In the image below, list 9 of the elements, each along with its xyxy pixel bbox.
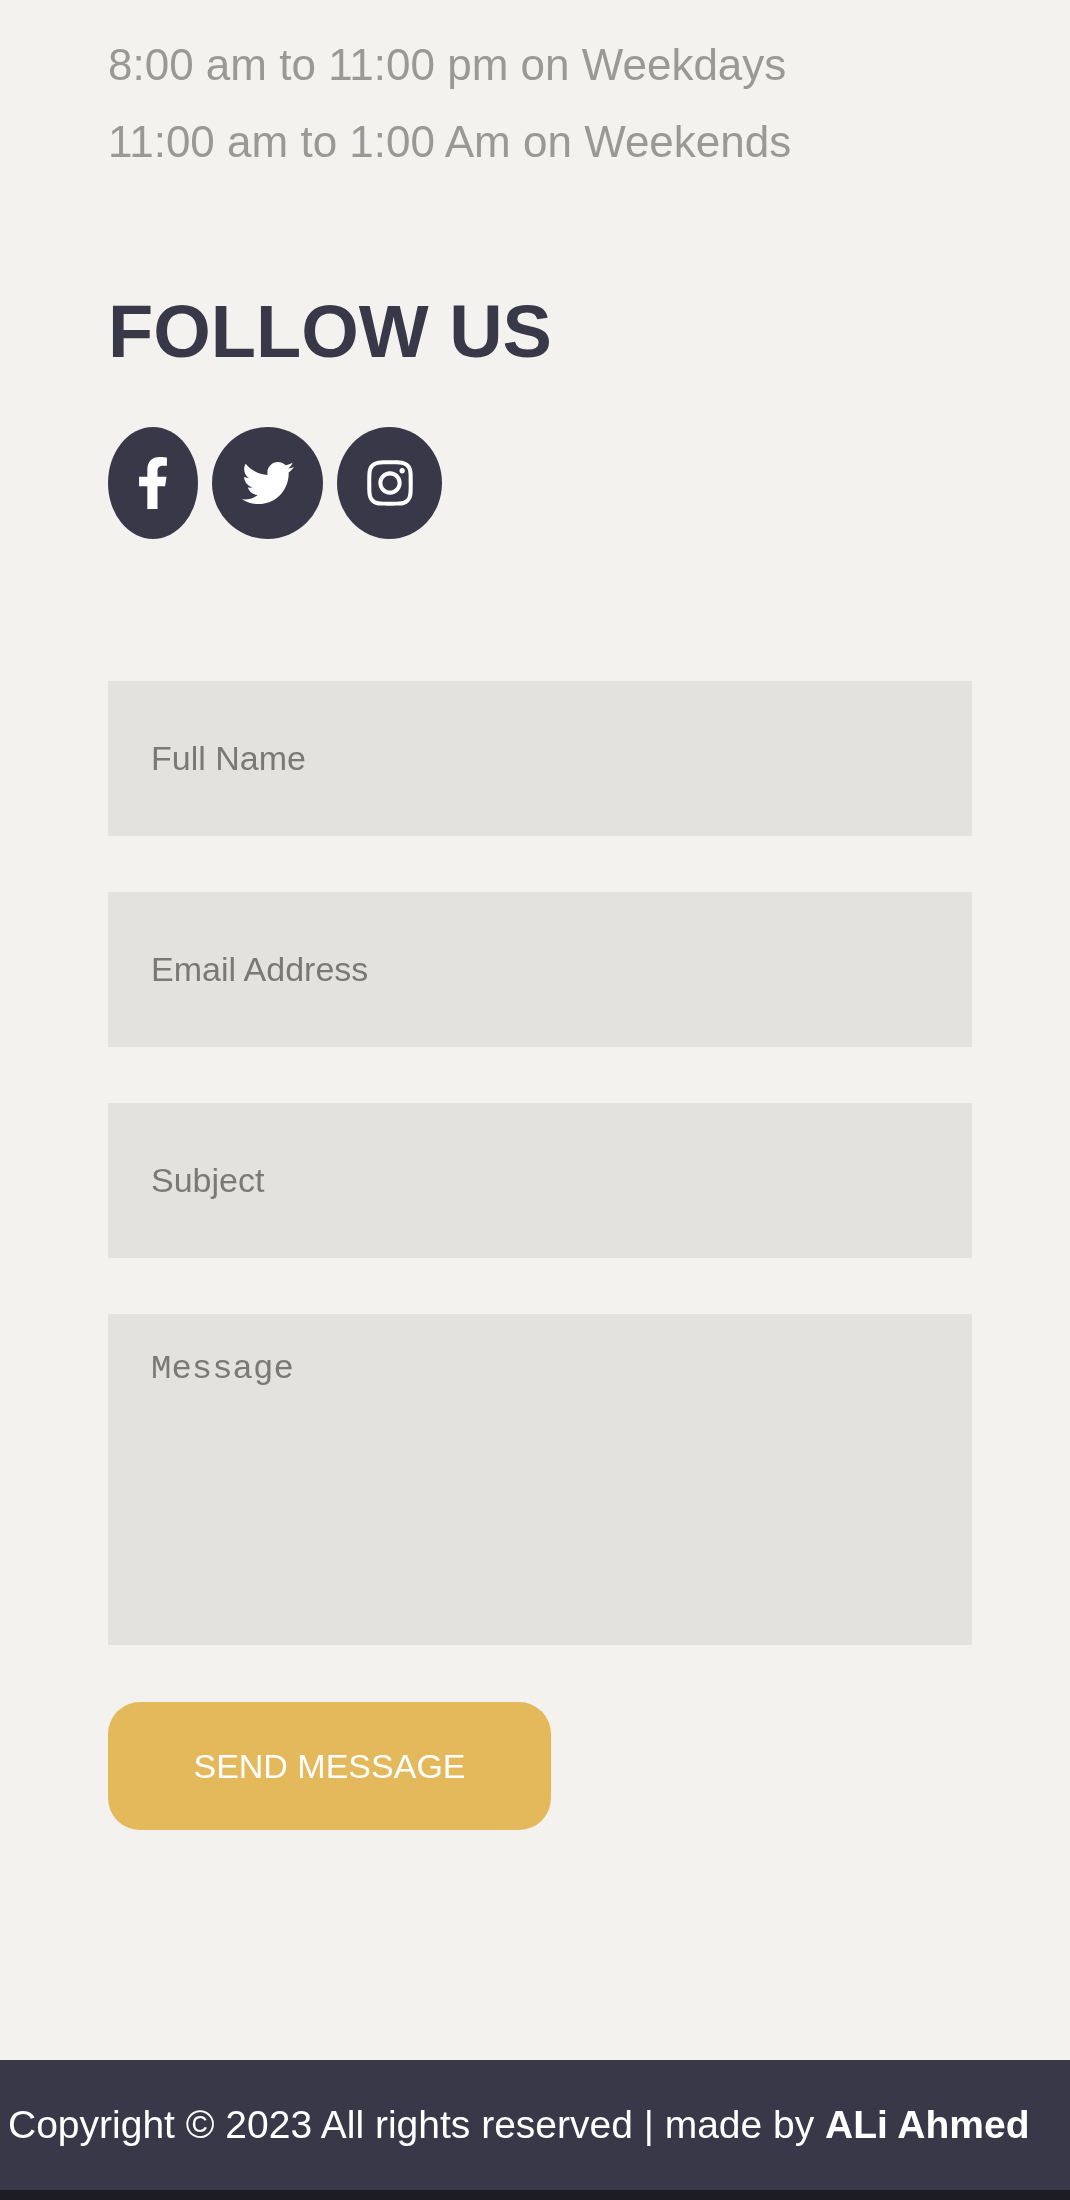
input-field[interactable]: Subject: [108, 1103, 972, 1258]
hours-text: 11:00 am to 1:00 Am on Weekends: [108, 116, 792, 168]
copyright-text: Copyright © 2023 All rights reserved | made by ALi Ahmed: [8, 2101, 1030, 2148]
input-field[interactable]: Full Name: [108, 681, 972, 836]
hours-text: 8:00 am to 11:00 pm on Weekdays: [108, 39, 787, 91]
input-field[interactable]: Email Address: [108, 892, 972, 1047]
send-message-button[interactable]: SEND MESSAGE: [108, 1702, 551, 1830]
message-field[interactable]: Message: [108, 1314, 972, 1645]
section-heading: FOLLOW US: [108, 295, 552, 369]
